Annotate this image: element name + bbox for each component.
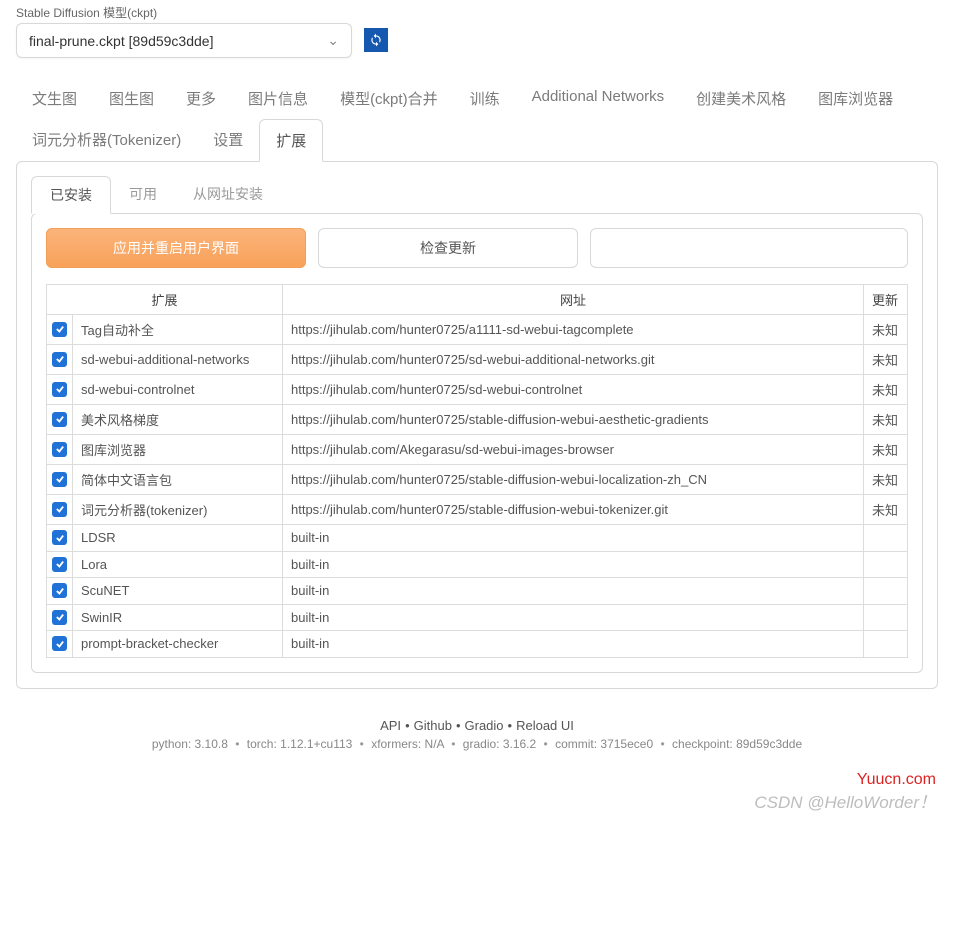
ext-url: https://jihulab.com/hunter0725/sd-webui-…	[283, 345, 864, 375]
model-select[interactable]: final-prune.ckpt [89d59c3dde] ⌄	[16, 23, 352, 58]
model-label: Stable Diffusion 模型(ckpt)	[16, 4, 352, 21]
chevron-down-icon: ⌄	[327, 32, 339, 49]
table-row: LDSRbuilt-in	[47, 525, 908, 552]
ext-update	[864, 525, 908, 552]
tab-图生图[interactable]: 图生图	[93, 78, 170, 119]
sub-tab-已安装[interactable]: 已安装	[31, 176, 111, 214]
table-row: prompt-bracket-checkerbuilt-in	[47, 631, 908, 658]
check-updates-button[interactable]: 检查更新	[318, 228, 578, 268]
ext-update: 未知	[864, 495, 908, 525]
ext-url: built-in	[283, 631, 864, 658]
footer-link-api[interactable]: API	[380, 718, 401, 733]
ext-update: 未知	[864, 405, 908, 435]
checkbox[interactable]	[52, 382, 67, 397]
ext-url: https://jihulab.com/hunter0725/sd-webui-…	[283, 375, 864, 405]
ext-name: LDSR	[73, 525, 283, 552]
ext-update	[864, 578, 908, 605]
ext-name: 美术风格梯度	[73, 405, 283, 435]
tab-文生图[interactable]: 文生图	[16, 78, 93, 119]
watermark-site: Yuucn.com	[857, 771, 936, 789]
ext-update	[864, 631, 908, 658]
ext-name: SwinIR	[73, 604, 283, 631]
ext-update: 未知	[864, 465, 908, 495]
ext-update: 未知	[864, 375, 908, 405]
ext-url: https://jihulab.com/hunter0725/stable-di…	[283, 465, 864, 495]
tab-Additional Networks[interactable]: Additional Networks	[516, 78, 681, 119]
apply-restart-button[interactable]: 应用并重启用户界面	[46, 228, 306, 268]
footer-link-reload-ui[interactable]: Reload UI	[516, 718, 574, 733]
watermark-author: CSDN @HelloWorder！	[754, 788, 936, 813]
ext-name: prompt-bracket-checker	[73, 631, 283, 658]
ext-url: https://jihulab.com/Akegarasu/sd-webui-i…	[283, 435, 864, 465]
tab-模型(ckpt)合并[interactable]: 模型(ckpt)合并	[324, 78, 454, 119]
model-value: final-prune.ckpt [89d59c3dde]	[29, 33, 213, 49]
footer-meta: python: 3.10.8 • torch: 1.12.1+cu113 • x…	[0, 737, 954, 751]
table-row: ScuNETbuilt-in	[47, 578, 908, 605]
header-url: 网址	[283, 285, 864, 315]
ext-url: https://jihulab.com/hunter0725/stable-di…	[283, 405, 864, 435]
ext-update	[864, 604, 908, 631]
ext-name: 词元分析器(tokenizer)	[73, 495, 283, 525]
ext-url: built-in	[283, 604, 864, 631]
ext-url: built-in	[283, 525, 864, 552]
tab-设置[interactable]: 设置	[197, 119, 259, 162]
tab-扩展[interactable]: 扩展	[259, 119, 323, 162]
refresh-icon	[369, 33, 383, 47]
ext-update: 未知	[864, 315, 908, 345]
refresh-button[interactable]	[364, 28, 388, 52]
ext-name: 图库浏览器	[73, 435, 283, 465]
checkbox[interactable]	[52, 583, 67, 598]
tab-词元分析器(Tokenizer)[interactable]: 词元分析器(Tokenizer)	[16, 119, 197, 162]
table-row: SwinIRbuilt-in	[47, 604, 908, 631]
header-ext: 扩展	[47, 285, 283, 315]
ext-name: sd-webui-controlnet	[73, 375, 283, 405]
header-update: 更新	[864, 285, 908, 315]
table-row: 简体中文语言包https://jihulab.com/hunter0725/st…	[47, 465, 908, 495]
ext-url: built-in	[283, 578, 864, 605]
checkbox[interactable]	[52, 322, 67, 337]
tab-图库浏览器[interactable]: 图库浏览器	[802, 78, 909, 119]
tab-更多[interactable]: 更多	[170, 78, 232, 119]
footer-links: API•Github•Gradio•Reload UI	[0, 718, 954, 733]
search-input[interactable]	[590, 228, 908, 268]
checkbox[interactable]	[52, 472, 67, 487]
tab-创建美术风格[interactable]: 创建美术风格	[680, 78, 802, 119]
ext-url: https://jihulab.com/hunter0725/stable-di…	[283, 495, 864, 525]
table-header-row: 扩展 网址 更新	[47, 285, 908, 315]
checkbox[interactable]	[52, 557, 67, 572]
checkbox[interactable]	[52, 352, 67, 367]
table-row: sd-webui-controlnethttps://jihulab.com/h…	[47, 375, 908, 405]
footer-link-gradio[interactable]: Gradio	[465, 718, 504, 733]
checkbox[interactable]	[52, 442, 67, 457]
checkbox[interactable]	[52, 610, 67, 625]
ext-name: 简体中文语言包	[73, 465, 283, 495]
checkbox[interactable]	[52, 412, 67, 427]
ext-name: ScuNET	[73, 578, 283, 605]
ext-url: built-in	[283, 551, 864, 578]
sub-tab-从网址安装[interactable]: 从网址安装	[175, 176, 281, 214]
ext-name: Lora	[73, 551, 283, 578]
table-row: 图库浏览器https://jihulab.com/Akegarasu/sd-we…	[47, 435, 908, 465]
sub-tab-可用[interactable]: 可用	[111, 176, 175, 214]
checkbox[interactable]	[52, 636, 67, 651]
ext-update: 未知	[864, 435, 908, 465]
table-row: 词元分析器(tokenizer)https://jihulab.com/hunt…	[47, 495, 908, 525]
checkbox[interactable]	[52, 502, 67, 517]
tab-训练[interactable]: 训练	[454, 78, 516, 119]
extensions-table: 扩展 网址 更新 Tag自动补全https://jihulab.com/hunt…	[46, 284, 908, 658]
ext-update: 未知	[864, 345, 908, 375]
table-row: Tag自动补全https://jihulab.com/hunter0725/a1…	[47, 315, 908, 345]
footer-link-github[interactable]: Github	[414, 718, 452, 733]
tab-图片信息[interactable]: 图片信息	[232, 78, 324, 119]
checkbox[interactable]	[52, 530, 67, 545]
ext-url: https://jihulab.com/hunter0725/a1111-sd-…	[283, 315, 864, 345]
ext-update	[864, 551, 908, 578]
table-row: sd-webui-additional-networkshttps://jihu…	[47, 345, 908, 375]
ext-name: sd-webui-additional-networks	[73, 345, 283, 375]
table-row: 美术风格梯度https://jihulab.com/hunter0725/sta…	[47, 405, 908, 435]
table-row: Lorabuilt-in	[47, 551, 908, 578]
ext-name: Tag自动补全	[73, 315, 283, 345]
